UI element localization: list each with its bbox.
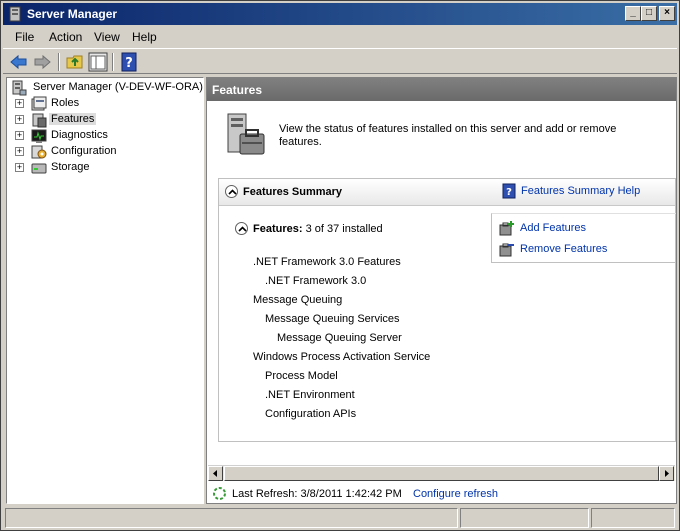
menu-action[interactable]: Action — [49, 30, 82, 44]
title-bar[interactable]: Server Manager _ □ × — [3, 3, 677, 25]
remove-features-icon[interactable] — [499, 241, 515, 257]
console-tree[interactable]: Server Manager (V-DEV-WF-ORA) + Roles + … — [6, 77, 204, 504]
scroll-left-button[interactable] — [208, 466, 223, 481]
menu-bar: File Action View Help — [3, 27, 677, 47]
roles-icon — [31, 96, 47, 111]
toolbar-separator — [112, 53, 114, 71]
tree-item-roles[interactable]: + Roles — [15, 96, 195, 112]
features-count: 3 of 37 installed — [305, 223, 383, 235]
arrow-right-icon — [665, 470, 669, 477]
feature-item: Message Queuing Services — [265, 313, 400, 325]
intro-description: View the status of features installed on… — [279, 123, 617, 148]
add-features-icon[interactable] — [499, 220, 515, 236]
chevron-up-icon — [238, 226, 247, 232]
tree-item-label: Features — [49, 113, 97, 125]
remove-features-link[interactable]: Remove Features — [520, 243, 607, 255]
status-cell-3 — [591, 508, 675, 528]
features-pane: Features View the status of features ins… — [206, 77, 677, 504]
expand-icon[interactable]: + — [15, 115, 24, 124]
tree-item-features[interactable]: + Features — [15, 112, 195, 128]
svg-text:?: ? — [125, 56, 133, 71]
features-summary-help-link[interactable]: Features Summary Help — [521, 185, 640, 197]
pane-header: Features — [207, 78, 676, 101]
last-refresh-text: Last Refresh: 3/8/2011 1:42:42 PM — [232, 488, 402, 500]
features-icon — [32, 113, 47, 128]
help-book-icon[interactable]: ? — [502, 183, 516, 199]
expand-icon[interactable]: + — [15, 99, 24, 108]
tree-item-label: Diagnostics — [51, 129, 108, 141]
configure-refresh-link[interactable]: Configure refresh — [413, 488, 498, 500]
features-label: Features: — [253, 223, 303, 235]
toolbar-separator — [58, 53, 60, 71]
expand-icon[interactable]: + — [15, 131, 24, 140]
server-manager-window: Server Manager _ □ × File Action View He… — [0, 0, 680, 531]
scroll-thumb[interactable] — [224, 466, 659, 481]
minimize-button[interactable]: _ — [625, 6, 641, 21]
arrow-left-icon — [213, 470, 217, 477]
feature-item: .NET Framework 3.0 Features — [253, 256, 401, 268]
feature-item: Process Model — [265, 370, 338, 382]
chevron-up-icon — [228, 189, 237, 195]
features-count-line: Features: 3 of 37 installed — [253, 223, 383, 235]
expand-icon[interactable]: + — [15, 147, 24, 156]
close-button[interactable]: × — [659, 6, 675, 21]
add-features-link[interactable]: Add Features — [520, 222, 586, 234]
refresh-bar: Last Refresh: 3/8/2011 1:42:42 PM Config… — [208, 483, 675, 503]
help-icon[interactable]: ? — [119, 52, 139, 72]
configuration-icon — [31, 145, 47, 159]
collapse-summary-button[interactable] — [225, 185, 238, 198]
back-arrow-icon[interactable] — [9, 52, 29, 72]
tree-item-label: Configuration — [51, 145, 117, 157]
menu-file[interactable]: File — [15, 30, 34, 44]
features-actions: Add Features Remove Features — [491, 213, 676, 263]
feature-item: Configuration APIs — [265, 408, 357, 420]
up-folder-icon[interactable] — [65, 52, 85, 72]
diagnostics-icon — [31, 129, 47, 143]
horizontal-scrollbar[interactable] — [208, 465, 675, 481]
show-hide-console-tree-icon[interactable] — [88, 52, 108, 72]
feature-item: Windows Process Activation Service — [253, 351, 431, 363]
feature-item: Message Queuing Server — [277, 332, 402, 344]
expand-icon[interactable]: + — [15, 163, 24, 172]
window-title: Server Manager — [27, 7, 118, 21]
menu-view[interactable]: View — [94, 30, 120, 44]
tree-item-label: Storage — [51, 161, 90, 173]
tree-root[interactable]: Server Manager (V-DEV-WF-ORA) — [10, 80, 203, 96]
status-bar — [3, 508, 677, 528]
forward-arrow-icon[interactable] — [32, 52, 52, 72]
feature-item: .NET Framework 3.0 — [265, 275, 367, 287]
refresh-status-icon — [213, 487, 226, 500]
svg-text:?: ? — [506, 187, 512, 198]
tree-item-configuration[interactable]: + Configuration — [15, 144, 195, 160]
feature-item: .NET Environment — [265, 389, 355, 401]
collapse-features-button[interactable] — [235, 222, 248, 235]
maximize-button[interactable]: □ — [641, 6, 657, 21]
summary-header: Features Summary ? Features Summary Help — [219, 179, 675, 206]
feature-item: Message Queuing — [253, 294, 343, 306]
summary-title: Features Summary — [243, 186, 343, 198]
status-cell-2 — [460, 508, 589, 528]
tree-item-storage[interactable]: + Storage — [15, 160, 195, 176]
server-manager-app-icon — [9, 6, 21, 22]
toolbar: ? — [3, 48, 677, 74]
features-server-icon — [227, 113, 265, 155]
tree-item-label: Roles — [51, 97, 80, 109]
server-manager-icon — [12, 80, 27, 96]
tree-item-diagnostics[interactable]: + Diagnostics — [15, 128, 195, 144]
storage-icon — [31, 163, 47, 174]
scroll-right-button[interactable] — [659, 466, 674, 481]
menu-help[interactable]: Help — [132, 30, 157, 44]
tree-root-label: Server Manager (V-DEV-WF-ORA) — [33, 81, 203, 93]
status-cell-main — [5, 508, 458, 528]
